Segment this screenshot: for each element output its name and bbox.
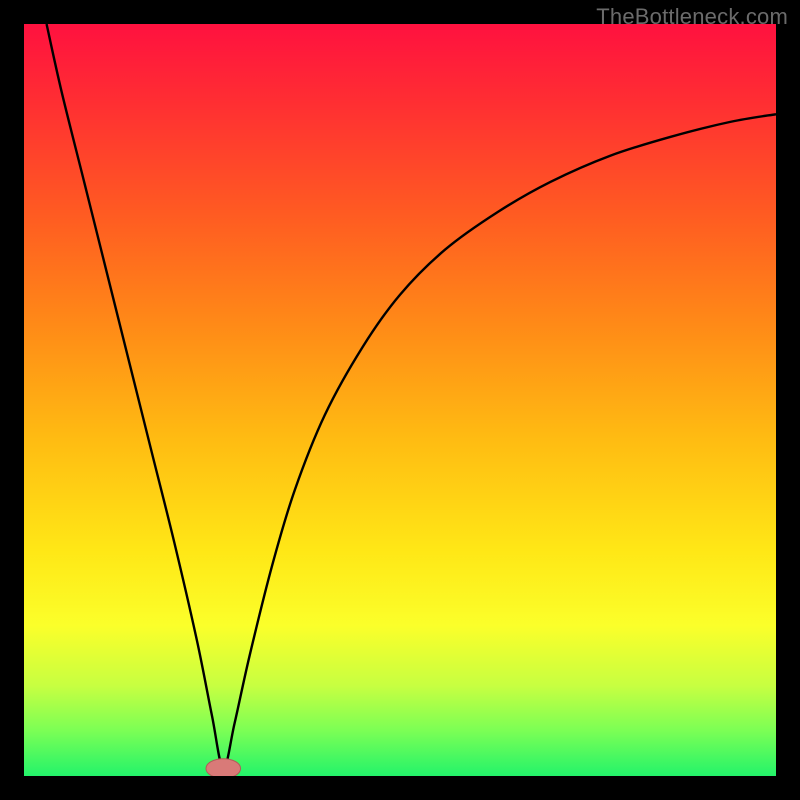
watermark-text: TheBottleneck.com (596, 4, 788, 30)
minimum-marker (206, 759, 241, 776)
gradient-background (24, 24, 776, 776)
chart-frame (24, 24, 776, 776)
bottleneck-chart (24, 24, 776, 776)
